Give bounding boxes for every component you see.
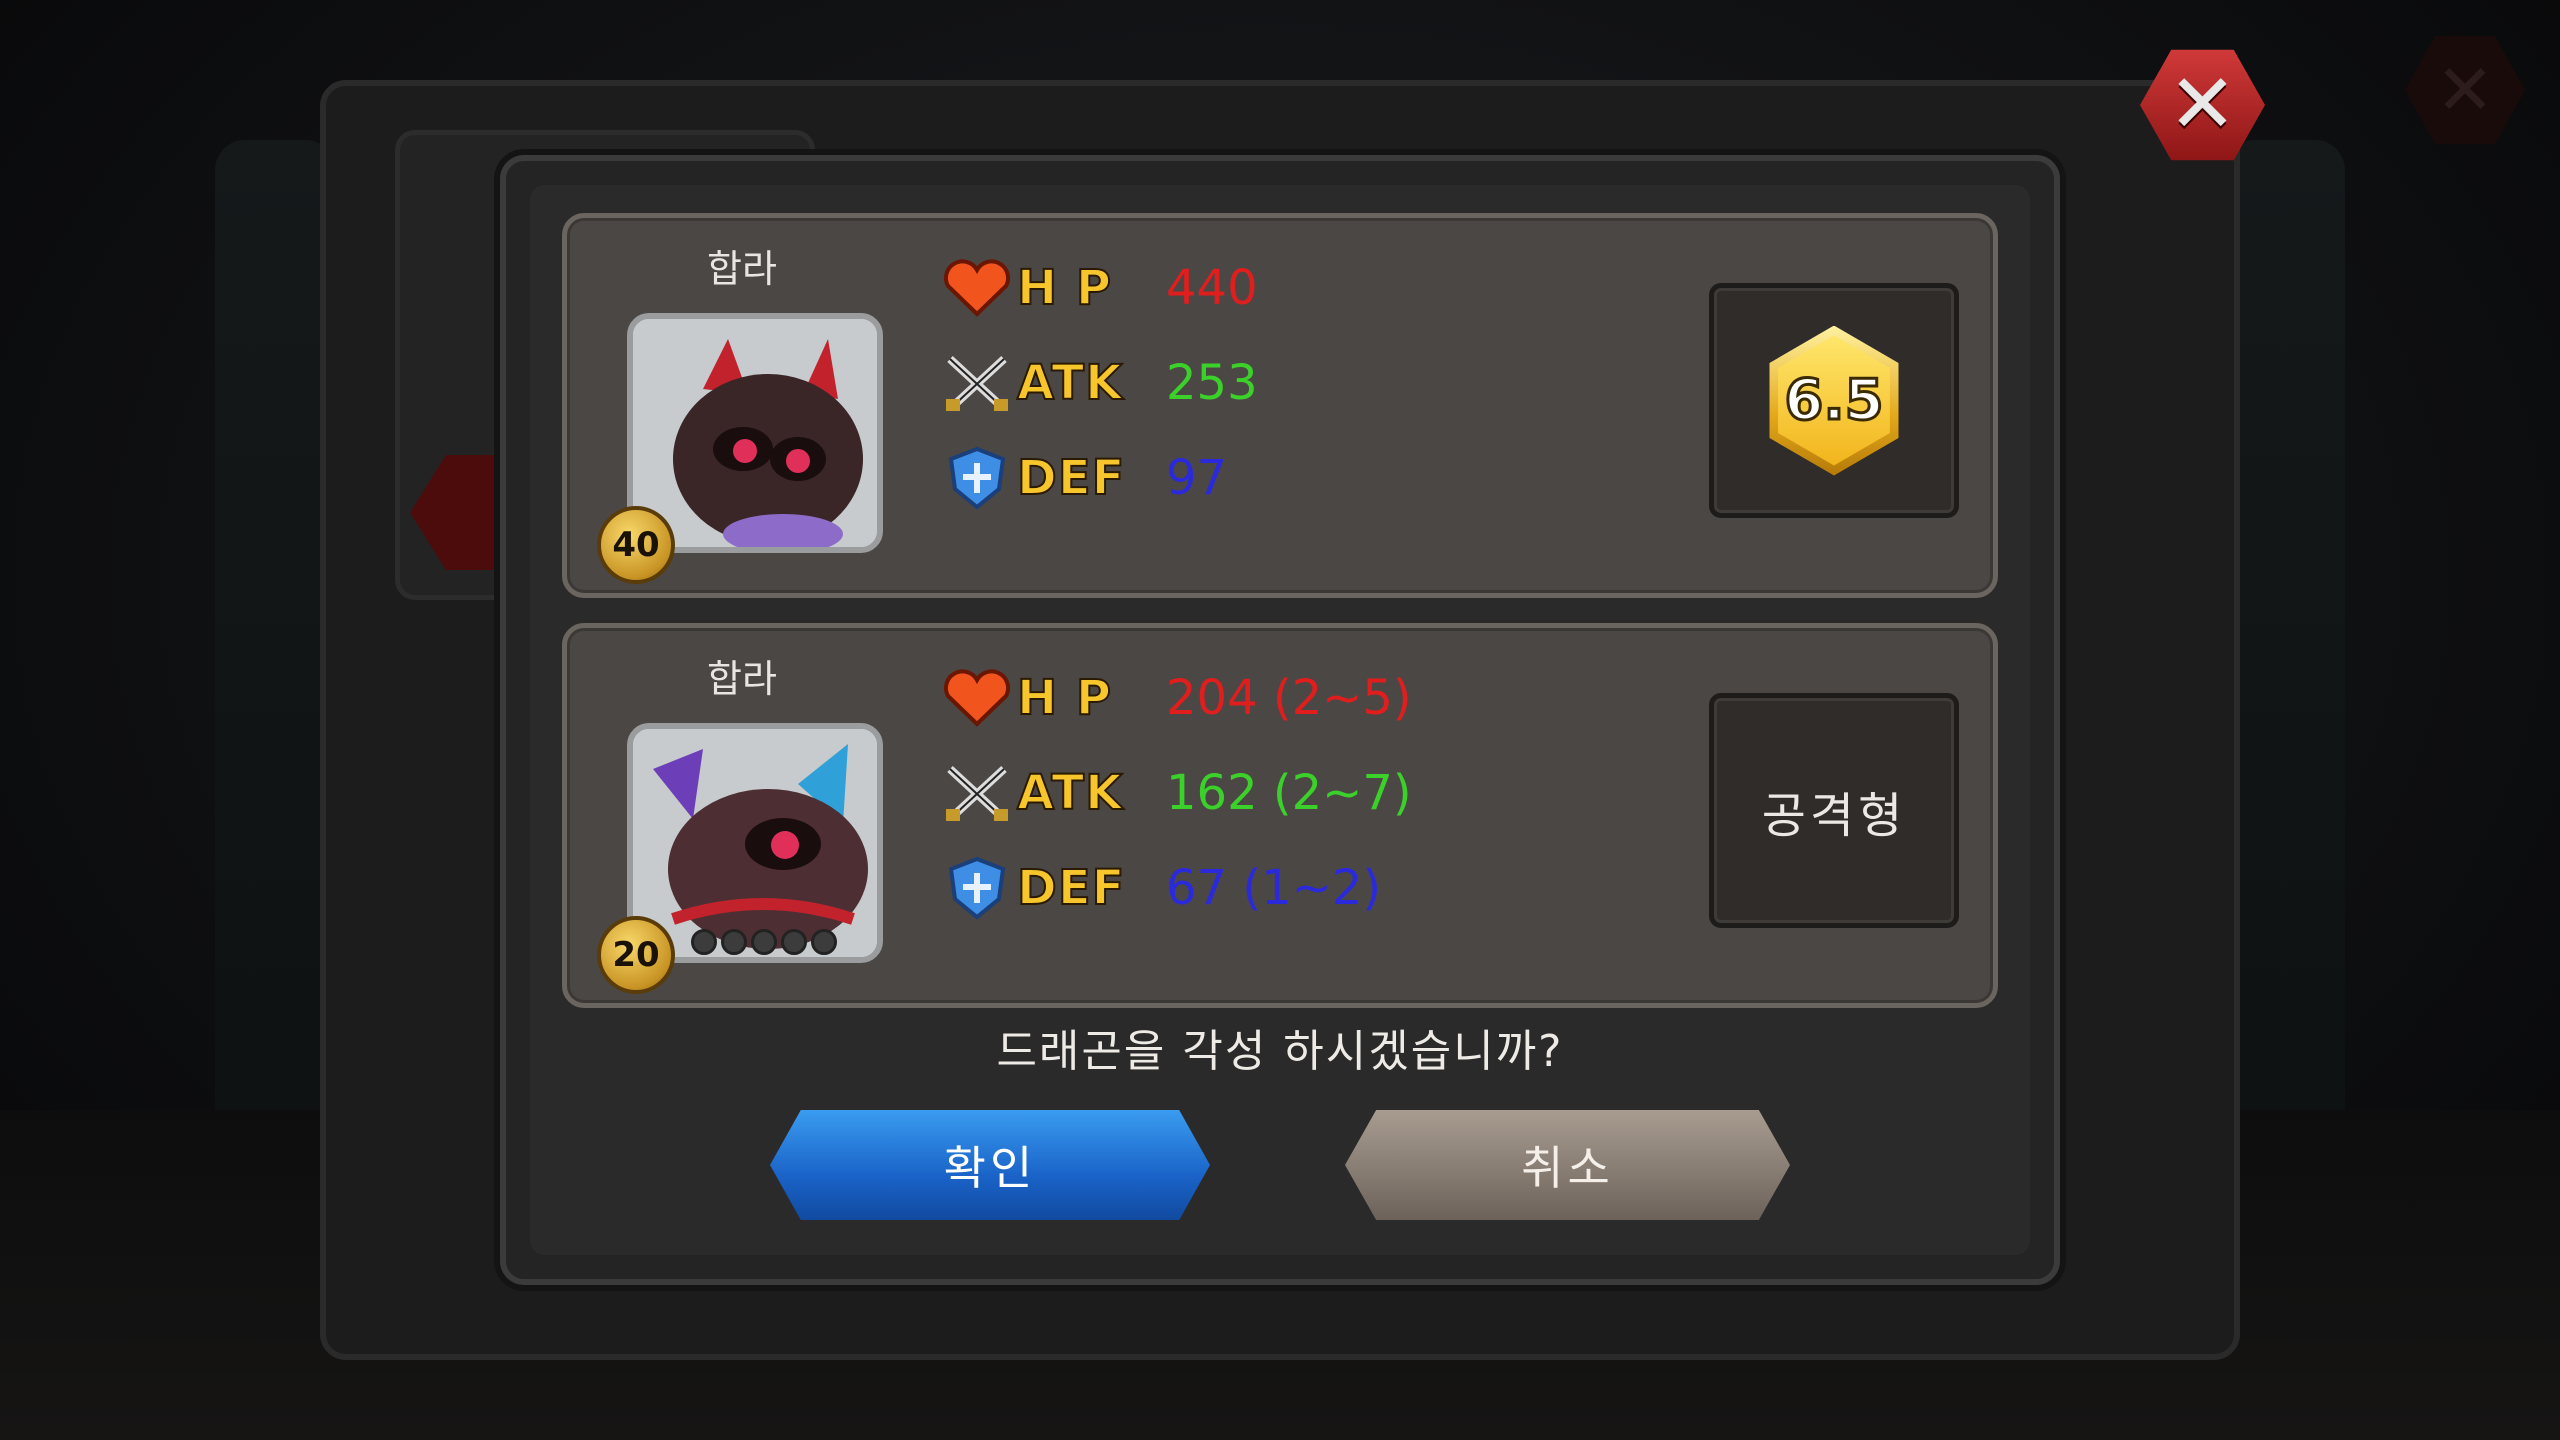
def-label: DEF — [1016, 859, 1126, 917]
def-row: DEF 97 — [937, 443, 1227, 513]
dragon-type-box: 공격형 — [1709, 693, 1959, 928]
shield-icon — [937, 853, 1017, 923]
hp-value: 440 — [1166, 260, 1258, 316]
heart-icon — [937, 253, 1017, 323]
level-badge: 40 — [597, 506, 675, 584]
level-badge: 20 — [597, 916, 675, 994]
rating-hexagon-icon: 6.5 — [1759, 325, 1909, 476]
rating-box: 6.5 — [1709, 283, 1959, 518]
hp-label: H P — [1016, 669, 1113, 727]
atk-value: 162 (2~7) — [1166, 765, 1412, 821]
crossed-swords-icon — [937, 758, 1017, 828]
dragon-portrait — [627, 723, 883, 963]
hp-value: 204 (2~5) — [1166, 670, 1412, 726]
crossed-swords-icon — [937, 348, 1017, 418]
awakened-stats-card: 합라 20 H P 204 (2~5) ATK 162 (2~7) DEF 67… — [562, 623, 1998, 1008]
def-row: DEF 67 (1~2) — [937, 853, 1381, 923]
dragon-type-label: 공격형 — [1761, 787, 1907, 844]
heart-icon — [937, 663, 1017, 733]
atk-label: ATK — [1016, 764, 1124, 822]
atk-label: ATK — [1016, 354, 1124, 412]
dragon-portrait — [627, 313, 883, 553]
atk-value: 253 — [1166, 355, 1258, 411]
hp-label: H P — [1016, 259, 1113, 317]
current-stats-card: 합라 40 H P 440 ATK 253 DEF 97 6.5 — [562, 213, 1998, 598]
def-label: DEF — [1016, 449, 1126, 507]
close-icon: ✕ — [2168, 57, 2237, 152]
def-value: 97 — [1166, 450, 1228, 506]
atk-row: ATK 253 — [937, 348, 1258, 418]
hp-row: H P 440 — [937, 253, 1258, 323]
cancel-button[interactable]: 취소 — [1345, 1110, 1790, 1220]
star-rating — [691, 929, 837, 955]
atk-row: ATK 162 (2~7) — [937, 758, 1412, 828]
rating-value: 6.5 — [1783, 367, 1885, 435]
shield-icon — [937, 443, 1017, 513]
def-value: 67 (1~2) — [1166, 860, 1382, 916]
confirm-button[interactable]: 확인 — [770, 1110, 1210, 1220]
hp-row: H P 204 (2~5) — [937, 663, 1412, 733]
awaken-question: 드래곤을 각성 하시겠습니까? — [996, 1026, 1564, 1077]
